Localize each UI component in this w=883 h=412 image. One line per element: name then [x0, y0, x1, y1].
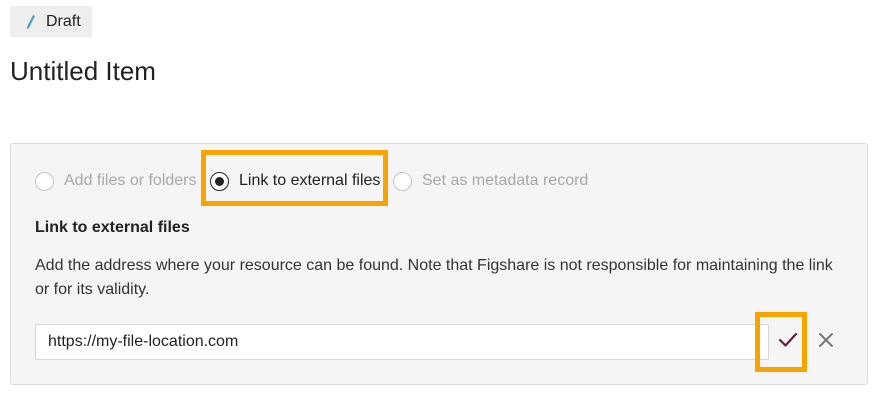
confirm-button[interactable]: [767, 316, 809, 368]
option-link-external-label: Link to external files: [239, 172, 381, 189]
help-text: Add the address where your resource can …: [35, 257, 833, 298]
option-metadata-record-label: Set as metadata record: [422, 172, 589, 189]
clear-button[interactable]: [812, 328, 840, 356]
radio-link-external[interactable]: [210, 171, 229, 191]
close-icon: [818, 332, 834, 353]
page-title: Untitled Item: [10, 56, 156, 86]
option-metadata-record[interactable]: Set as metadata record: [393, 169, 588, 193]
radio-metadata-record[interactable]: [393, 171, 412, 191]
check-icon: [777, 331, 799, 354]
radio-add-files[interactable]: [35, 171, 54, 191]
url-input[interactable]: [35, 324, 769, 360]
section-heading: Link to external files: [35, 219, 190, 236]
status-badge: Draft: [10, 6, 92, 37]
status-label: Draft: [46, 12, 81, 30]
option-link-external[interactable]: Link to external files: [210, 169, 380, 193]
option-add-files-label: Add files or folders: [64, 172, 197, 189]
upload-panel: Add files or folders Link to external fi…: [10, 143, 868, 385]
option-add-files[interactable]: Add files or folders: [35, 169, 197, 193]
pencil-icon: [24, 14, 38, 30]
